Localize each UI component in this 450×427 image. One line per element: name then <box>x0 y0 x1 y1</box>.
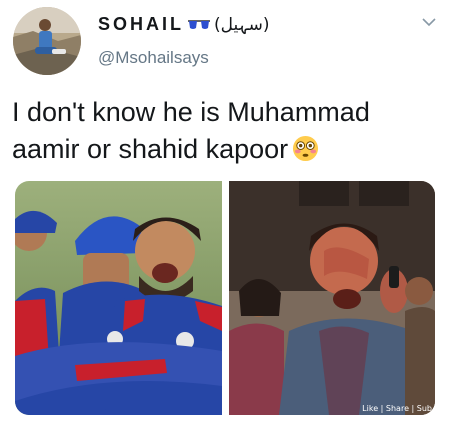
user-name-row[interactable]: SOHAIL (سہیل) <box>98 14 270 35</box>
watermark-text: Like | Share | Sub <box>362 404 432 413</box>
avatar[interactable] <box>13 7 81 75</box>
tweet-photo-right[interactable]: Like | Share | Sub <box>229 181 435 415</box>
avatar-image <box>13 7 81 75</box>
display-name[interactable]: SOHAIL <box>98 14 184 35</box>
chevron-down-icon[interactable] <box>421 14 437 30</box>
tweet-text-line-1: I don't know he is Muhammad <box>12 97 370 127</box>
cricket-celebration-image <box>15 181 222 415</box>
flushed-face-emoji-icon <box>293 135 319 162</box>
tweet-text-line-2: aamir or shahid kapoor <box>12 131 432 168</box>
sunglasses-icon <box>188 19 211 29</box>
display-name-urdu: (سہیل) <box>214 15 270 35</box>
tweet-text-line-2-text: aamir or shahid kapoor <box>12 134 289 164</box>
user-handle[interactable]: @Msohailsays <box>98 48 209 68</box>
movie-scene-image <box>229 181 435 415</box>
tweet-text: I don't know he is Muhammad aamir or sha… <box>12 94 432 168</box>
tweet-photo-left[interactable] <box>15 181 222 415</box>
